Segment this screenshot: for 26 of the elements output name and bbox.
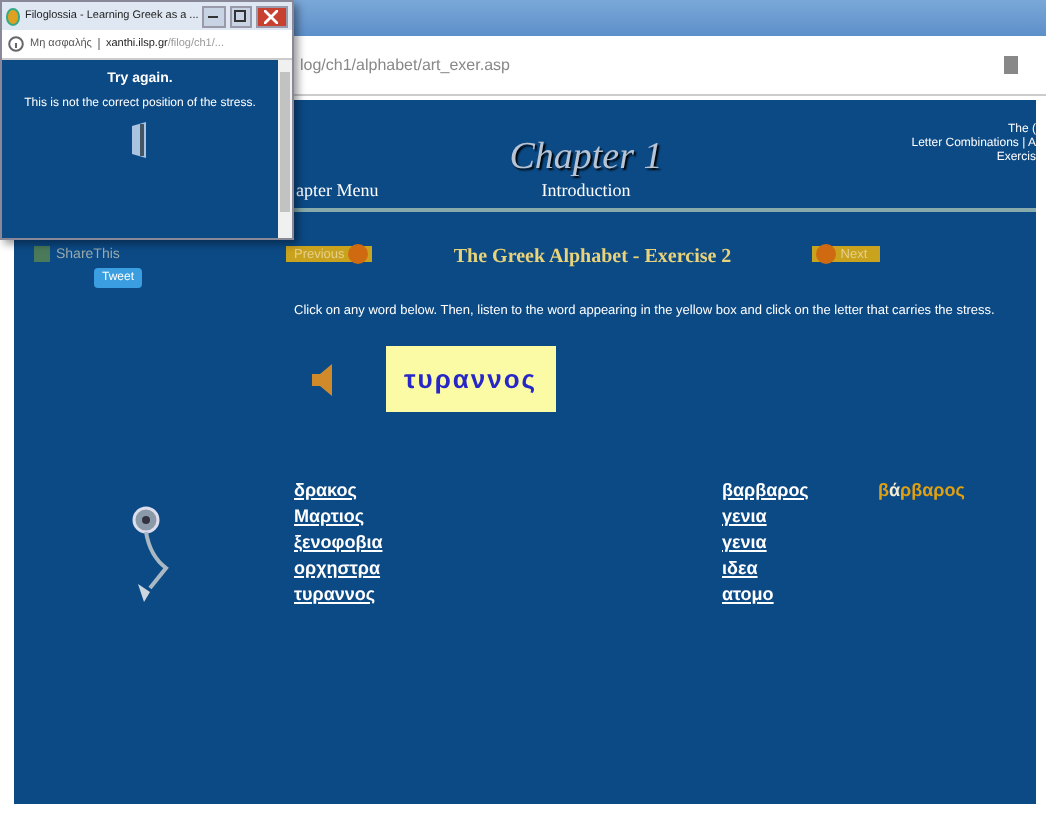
close-button[interactable] bbox=[255, 5, 288, 27]
browser-icon bbox=[6, 7, 21, 25]
word-display: τυραννος bbox=[386, 346, 556, 412]
scrollbar[interactable] bbox=[278, 60, 292, 238]
word-link[interactable]: γενια bbox=[722, 532, 878, 552]
door-icon[interactable] bbox=[130, 122, 150, 158]
answer-word: βάρβαρος bbox=[878, 480, 965, 500]
maximize-button[interactable] bbox=[229, 5, 252, 27]
chapter-title: Chapter 1 bbox=[509, 136, 663, 180]
word-link[interactable]: ιδεα bbox=[722, 558, 878, 578]
word-link[interactable]: Μαρτιος bbox=[294, 506, 722, 526]
speaker-icon[interactable] bbox=[310, 361, 334, 397]
word-link[interactable]: ατομο bbox=[722, 584, 878, 604]
word-link[interactable]: δρακος bbox=[294, 480, 722, 500]
word-link[interactable]: ξενοφοβια bbox=[294, 532, 722, 552]
chapter-subtitle: Introduction bbox=[541, 180, 631, 200]
exercise-title: The Greek Alphabet - Exercise 2 bbox=[451, 246, 734, 268]
url-text: log/ch1/alphabet/art_exer.asp bbox=[300, 56, 512, 74]
word-link[interactable]: βαρβαρος bbox=[722, 480, 878, 500]
chapter-menu-link[interactable]: apter Menu bbox=[296, 180, 516, 200]
close-icon bbox=[264, 9, 279, 23]
word-link[interactable]: γενια bbox=[722, 506, 878, 526]
minimize-button[interactable] bbox=[202, 5, 226, 27]
word-link[interactable]: ορχηστρα bbox=[294, 558, 722, 578]
word-link[interactable]: τυραννος bbox=[294, 584, 722, 604]
info-icon bbox=[8, 36, 24, 52]
